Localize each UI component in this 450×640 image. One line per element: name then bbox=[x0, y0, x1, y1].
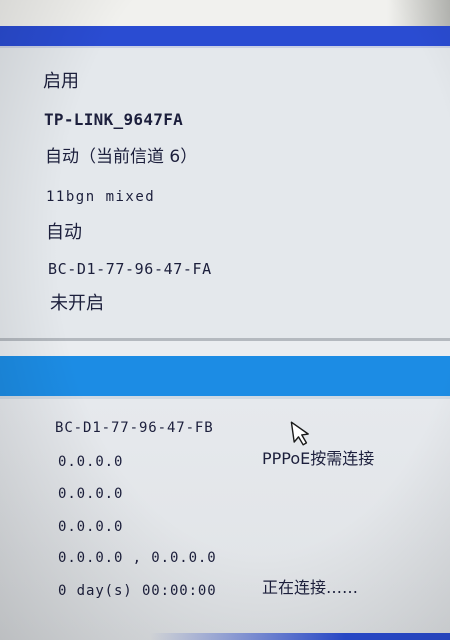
header-bar-wireless bbox=[0, 26, 450, 48]
wireless-status-value: 启用 bbox=[43, 71, 79, 92]
top-strip bbox=[0, 0, 450, 26]
wan-connection-status: 正在连接…… bbox=[262, 578, 359, 597]
wireless-wds-value: 未开启 bbox=[50, 293, 104, 314]
wireless-channel-value: 自动（当前信道 6） bbox=[45, 147, 198, 167]
wan-ip-value: 0.0.0.0 bbox=[58, 454, 124, 470]
footer-bar-edge bbox=[150, 633, 450, 640]
wan-uptime-value: 0 day(s) 00:00:00 bbox=[58, 583, 217, 599]
wireless-ssid-value: TP-LINK_9647FA bbox=[44, 110, 184, 129]
router-status-screen: 启用 TP-LINK_9647FA 自动（当前信道 6） 11bgn mixed… bbox=[0, 0, 450, 640]
header-bar-wan bbox=[0, 356, 450, 396]
wireless-bandwidth-value: 自动 bbox=[46, 222, 82, 243]
section-gap bbox=[0, 341, 450, 356]
wireless-mac-value: BC-D1-77-96-47-FA bbox=[48, 260, 212, 278]
wan-mac-value: BC-D1-77-96-47-FB bbox=[55, 420, 214, 436]
wan-connection-type: PPPoE按需连接 bbox=[262, 449, 375, 468]
wan-gateway-value: 0.0.0.0 bbox=[58, 519, 124, 535]
wan-subnet-mask-value: 0.0.0.0 bbox=[58, 486, 124, 502]
wan-dns-value: 0.0.0.0 , 0.0.0.0 bbox=[58, 550, 217, 566]
wireless-mode-value: 11bgn mixed bbox=[46, 189, 156, 205]
mouse-pointer-icon bbox=[290, 421, 309, 446]
